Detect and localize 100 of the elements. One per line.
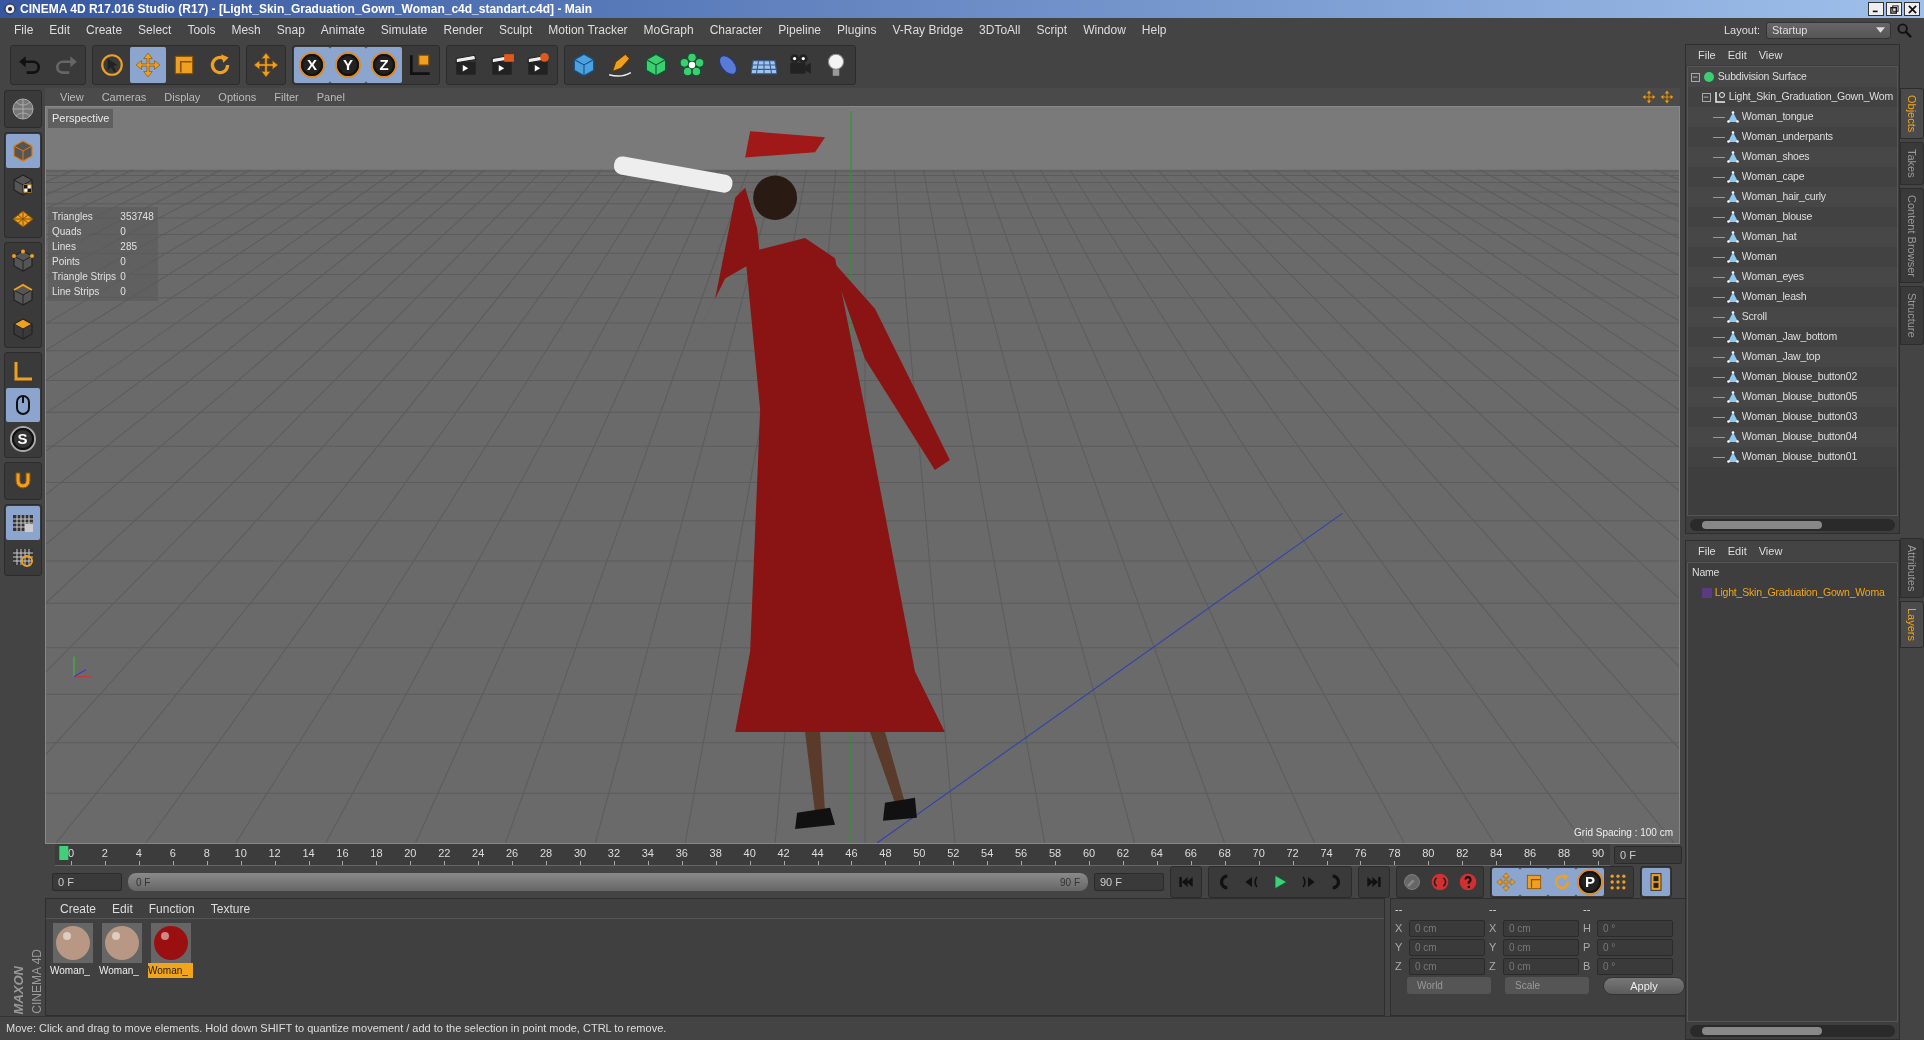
material-menu-item[interactable]: Function <box>140 899 203 918</box>
material-menu-item[interactable]: Texture <box>202 899 259 918</box>
close-button[interactable] <box>1904 2 1920 16</box>
layout-dropdown[interactable]: Startup <box>1766 21 1891 39</box>
object-name[interactable]: Scroll <box>1741 309 1767 325</box>
menu-item[interactable]: Animate <box>312 21 373 39</box>
side-tab[interactable]: Attributes <box>1900 537 1924 599</box>
menu-item[interactable]: Simulate <box>372 21 436 39</box>
triangle-mesh-icon <box>1727 291 1739 303</box>
viewport-menu-item[interactable]: Display <box>155 88 210 106</box>
menu-item[interactable]: Render <box>435 21 491 39</box>
frame-number: 30 <box>573 846 587 861</box>
frame-number: 54 <box>981 846 994 861</box>
window-title: CINEMA 4D R17.016 Studio (R17) - [Light_Skin_Graduation_Gown_Woman_c4d_standart.c4d] - Main <box>20 1 593 18</box>
frame-number: 56 <box>1015 846 1028 861</box>
menu-item[interactable]: Tools <box>179 21 224 39</box>
side-tab[interactable]: Content Browser <box>1900 187 1924 284</box>
current-frame-field[interactable]: 0 F <box>1614 846 1682 864</box>
menu-item[interactable]: Edit <box>41 21 79 39</box>
axis-toggle-button[interactable]: Y <box>330 47 366 83</box>
side-tab[interactable]: Objects <box>1900 88 1924 140</box>
frame-number: 44 <box>811 846 824 861</box>
frame-number: 34 <box>641 846 654 861</box>
cube-icon <box>571 52 597 78</box>
frame-number: 10 <box>234 846 247 861</box>
square-icon <box>1524 872 1544 892</box>
layer-name[interactable]: Light_Skin_Graduation_Gown_Woma <box>1714 585 1885 601</box>
menu-item[interactable]: 3DToAll <box>971 21 1029 39</box>
menu-item[interactable]: Select <box>130 21 180 39</box>
menu-item[interactable]: MoGraph <box>635 21 702 39</box>
cube-icon <box>10 283 35 307</box>
frame-number: 18 <box>370 846 383 861</box>
menu-item[interactable]: Help <box>1133 21 1175 39</box>
frame-number: 90 <box>1591 846 1605 861</box>
side-tab[interactable]: Layers <box>1900 601 1924 649</box>
axis-toggle-button[interactable]: X <box>294 47 330 83</box>
stat-value: 0 <box>120 225 127 239</box>
object-name[interactable]: Woman <box>1741 249 1777 265</box>
cube-icon <box>643 52 669 78</box>
viewport-menu-item[interactable]: Filter <box>265 88 308 106</box>
viewport-menu-item[interactable]: Panel <box>307 88 354 106</box>
grid-lock-button[interactable] <box>5 506 40 540</box>
cube-icon <box>10 317 35 341</box>
column-header: -- <box>1489 902 1498 917</box>
panel-menu-item[interactable]: File <box>1692 542 1722 560</box>
cube-icon <box>10 139 35 163</box>
menu-item[interactable]: Window <box>1075 21 1134 39</box>
panel-menu-item[interactable]: View <box>1752 542 1789 560</box>
menu-item[interactable]: Pipeline <box>770 21 830 39</box>
viewport-menu-item[interactable]: Options <box>209 88 266 106</box>
frame-number: 26 <box>506 846 519 861</box>
end-frame-field[interactable]: 90 F <box>1094 873 1164 891</box>
frame-number: 2 <box>101 846 108 861</box>
frame-number: 58 <box>1048 846 1062 861</box>
minimize-button[interactable] <box>1868 2 1884 16</box>
panel-menu-item[interactable]: Edit <box>1721 542 1753 560</box>
side-tab[interactable]: Structure <box>1900 286 1924 345</box>
start-frame-field[interactable]: 0 F <box>52 873 122 891</box>
clapperboard-icon <box>489 52 515 78</box>
axis-label: P <box>1583 939 1592 955</box>
menu-item[interactable]: Snap <box>268 21 313 39</box>
restore-button[interactable] <box>1886 2 1902 16</box>
panel-menu-item[interactable]: View <box>1752 46 1789 64</box>
frame-number: 40 <box>743 846 756 861</box>
material-menu-item[interactable]: Create <box>52 899 105 918</box>
stat-value: 0 <box>120 255 127 269</box>
menu-item[interactable]: Motion Tracker <box>540 21 636 39</box>
tweak-button[interactable] <box>5 388 40 422</box>
viewport-menu-item[interactable]: View <box>51 88 93 106</box>
menu-item[interactable]: Script <box>1028 21 1076 39</box>
menu-item[interactable]: Mesh <box>223 21 269 39</box>
collapse-toggle-icon[interactable] <box>1691 72 1700 82</box>
scrollbar[interactable] <box>1690 519 1895 531</box>
frame-number: 86 <box>1524 846 1537 861</box>
cross-arrows-icon <box>1642 90 1656 104</box>
menu-item[interactable]: Create <box>78 21 131 39</box>
model-button[interactable] <box>5 134 40 168</box>
panel-menu-item[interactable]: File <box>1692 46 1722 64</box>
frame-number: 82 <box>1456 846 1469 861</box>
menu-item[interactable]: Sculpt <box>490 21 541 39</box>
menu-item[interactable]: V-Ray Bridge <box>884 21 972 39</box>
frame-number: 24 <box>472 846 485 861</box>
frame-number: 76 <box>1354 846 1367 861</box>
camera-label: Perspective <box>48 109 114 128</box>
frame-number: 36 <box>675 846 688 861</box>
collapse-toggle-icon[interactable] <box>1702 92 1711 102</box>
menu-item[interactable]: Plugins <box>829 21 885 39</box>
triangle-mesh-icon <box>1727 451 1739 463</box>
axis-toggle-button[interactable]: Z <box>366 47 402 83</box>
playhead-handle[interactable] <box>59 846 69 860</box>
panel-menu-item[interactable]: Edit <box>1721 46 1753 64</box>
viewport-menu-item[interactable]: Cameras <box>92 88 156 106</box>
side-tab[interactable]: Takes <box>1900 142 1924 185</box>
axis-toggle-button[interactable]: P <box>1576 868 1604 896</box>
material-menu-item[interactable]: Edit <box>104 899 141 918</box>
scrollbar[interactable] <box>1690 1025 1895 1037</box>
menu-item[interactable]: File <box>6 21 42 39</box>
frame-number: 20 <box>404 846 417 861</box>
close-icon <box>1907 4 1917 14</box>
menu-item[interactable]: Character <box>701 21 771 39</box>
